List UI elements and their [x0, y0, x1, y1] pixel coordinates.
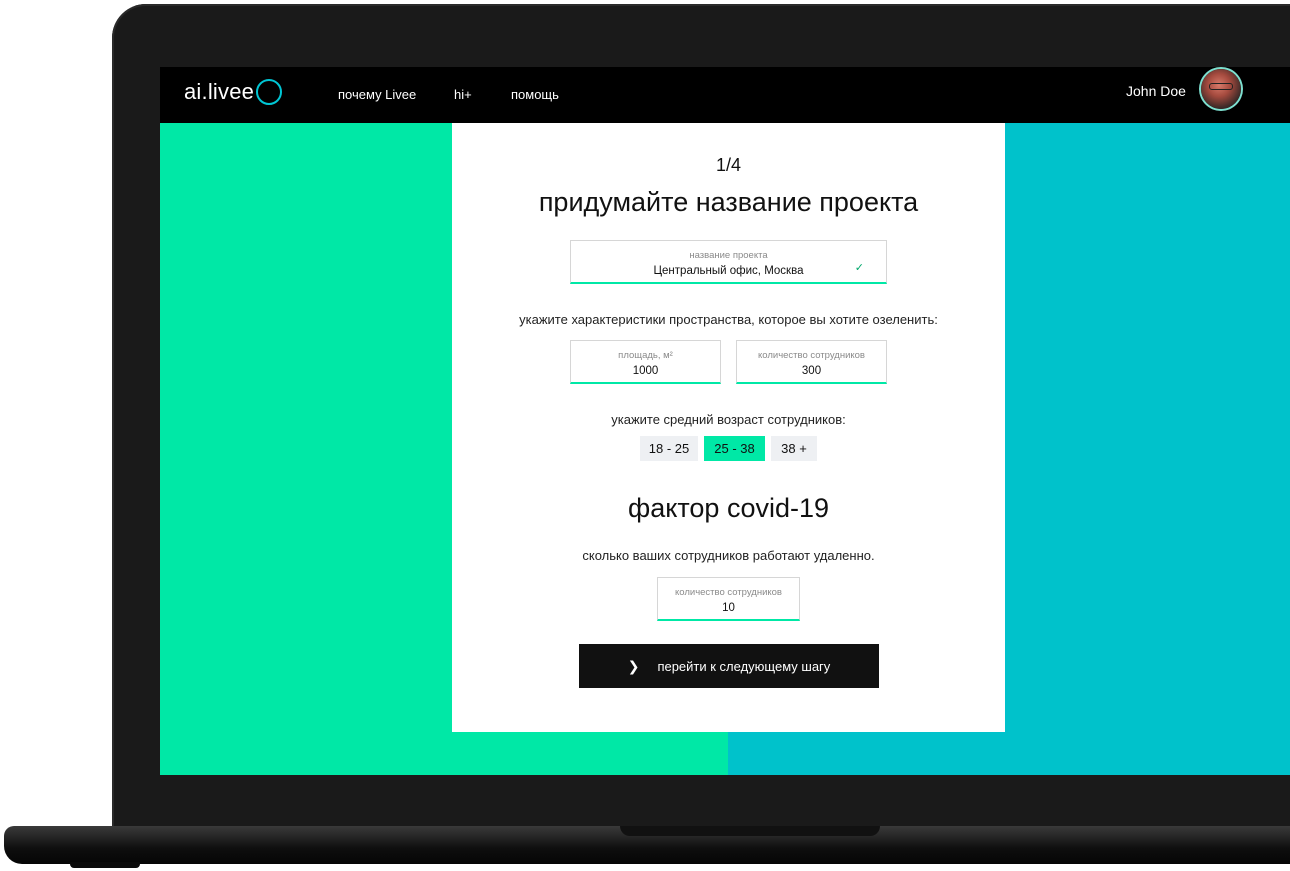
step-indicator: 1/4	[715, 155, 742, 175]
age-prompt: укажите средний возраст сотрудников:	[611, 412, 846, 427]
area-field[interactable]: площадь, м² 1000	[570, 340, 721, 384]
next-step-label: перейти к следующему шагу	[657, 658, 831, 674]
logo[interactable]: ai.livee	[184, 79, 283, 105]
form-card: 1/4 придумайте название проекта название…	[452, 123, 1005, 732]
age-option-25-38[interactable]: 25 - 38	[704, 436, 765, 461]
remote-employees-value: 10	[722, 602, 735, 614]
avatar[interactable]	[1201, 69, 1241, 109]
screen: ai.livee почему Livee hi+ помощь John Do…	[160, 67, 1290, 775]
check-icon: ✓	[854, 262, 864, 274]
top-nav: ai.livee почему Livee hi+ помощь John Do…	[160, 67, 1290, 123]
laptop-foot	[70, 862, 140, 868]
user-name[interactable]: John Doe	[1126, 83, 1186, 99]
project-name-value: Центральный офис, Москва	[653, 265, 804, 277]
avatar-glasses	[1209, 83, 1233, 90]
background-teal-bottom	[728, 732, 1290, 775]
laptop-notch	[620, 826, 880, 836]
nav-link-why-livee[interactable]: почему Livee	[338, 87, 416, 102]
nav-link-hi-plus[interactable]: hi+	[454, 87, 472, 102]
logo-circle-icon	[256, 79, 283, 105]
next-step-button[interactable]: ❯ перейти к следующему шагу	[579, 644, 879, 688]
remote-employees-label: количество сотрудников	[675, 587, 782, 598]
space-prompt: укажите характеристики пространства, кот…	[519, 312, 938, 327]
covid-title: фактор covid-19	[628, 493, 829, 523]
remote-prompt: сколько ваших сотрудников работают удале…	[582, 548, 875, 563]
nav-link-help[interactable]: помощь	[511, 87, 559, 102]
employees-value: 300	[801, 365, 822, 377]
employees-label: количество сотрудников	[758, 350, 865, 361]
background-teal-right	[1005, 123, 1290, 775]
age-option-38-plus[interactable]: 38 +	[771, 436, 817, 461]
chevron-right-icon: ❯	[627, 657, 640, 674]
remote-employees-field[interactable]: количество сотрудников 10	[657, 577, 800, 621]
project-name-label: название проекта	[689, 250, 768, 261]
area-value: 1000	[632, 365, 659, 377]
age-option-18-25[interactable]: 18 - 25	[640, 436, 698, 461]
project-name-field[interactable]: название проекта Центральный офис, Москв…	[570, 240, 887, 284]
area-label: площадь, м²	[618, 350, 673, 361]
logo-text: ai.livee	[184, 79, 255, 104]
employees-field[interactable]: количество сотрудников 300	[736, 340, 887, 384]
page-title: придумайте название проекта	[538, 187, 919, 217]
